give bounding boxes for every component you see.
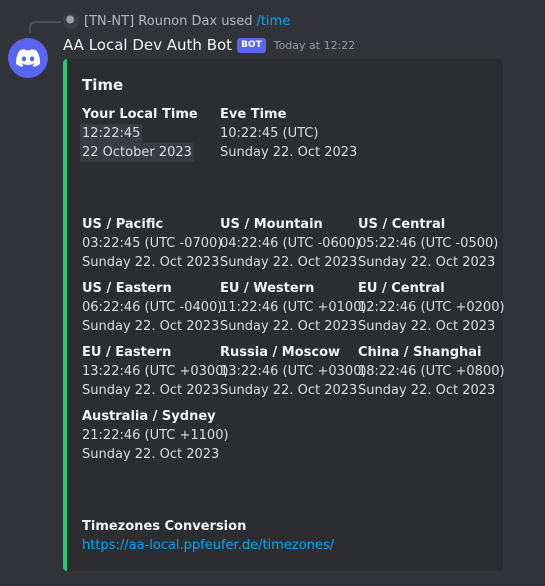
timezone-date: Sunday 22. Oct 2023 [220, 255, 358, 270]
slash-command-link[interactable]: /time [256, 14, 290, 29]
timezone-time: 11:22:46 (UTC +0100) [220, 300, 367, 315]
timezone-time: 18:22:46 (UTC +0800) [358, 364, 505, 379]
field-timezones-conversion: Timezones Conversion https://aa-local.pp… [82, 517, 334, 555]
field-timezone: US / Pacific 03:22:45 (UTC -0700) Sunday… [82, 215, 222, 272]
timezone-date: Sunday 22. Oct 2023 [358, 255, 496, 270]
timezone-time: 13:22:46 (UTC +0300) [220, 364, 367, 379]
timezone-date: Sunday 22. Oct 2023 [82, 319, 220, 334]
timezone-time: 12:22:46 (UTC +0200) [358, 300, 505, 315]
invoking-user[interactable]: [TN-NT] Rounon Dax [84, 14, 217, 29]
timezone-date: Sunday 22. Oct 2023 [82, 383, 220, 398]
timezone-date: Sunday 22. Oct 2023 [358, 319, 496, 334]
timezone-name: EU / Western [220, 281, 315, 296]
field-timezone: Australia / Sydney 21:22:46 (UTC +1100) … [82, 407, 229, 464]
reply-spine [29, 21, 61, 33]
timezone-time: 03:22:45 (UTC -0700) [82, 236, 223, 251]
discord-logo-icon [16, 49, 40, 67]
field-timezone: US / Central 05:22:46 (UTC -0500) Sunday… [358, 215, 498, 272]
field-timezone: EU / Western 11:22:46 (UTC +0100) Sunday… [220, 279, 367, 336]
used-label: used [221, 13, 253, 29]
field-timezone: US / Eastern 06:22:46 (UTC -0400) Sunday… [82, 279, 222, 336]
time-embed: Time Your Local Time 12:22:45 22 October… [63, 59, 505, 571]
timezone-date: Sunday 22. Oct 2023 [82, 447, 220, 462]
field-timezone: China / Shanghai 18:22:46 (UTC +0800) Su… [358, 343, 505, 400]
field-timezone: EU / Eastern 13:22:46 (UTC +0300) Sunday… [82, 343, 229, 400]
timezone-name: US / Pacific [82, 217, 164, 232]
embed-title: Time [82, 76, 124, 94]
timezone-name: Russia / Moscow [220, 345, 341, 360]
field-name: Eve Time [220, 107, 287, 122]
field-timezone: Russia / Moscow 13:22:46 (UTC +0300) Sun… [220, 343, 367, 400]
local-date-value: 22 October 2023 [80, 143, 194, 162]
field-timezone: US / Mountain 04:22:46 (UTC -0600) Sunda… [220, 215, 360, 272]
timezone-name: US / Central [358, 217, 446, 232]
timezone-name: US / Eastern [82, 281, 172, 296]
timezone-time: 06:22:46 (UTC -0400) [82, 300, 223, 315]
timezone-date: Sunday 22. Oct 2023 [358, 383, 496, 398]
message-header: AA Local Dev Auth Bot BOT Today at 12:22 [63, 36, 355, 54]
bot-badge: BOT [237, 37, 266, 53]
field-eve-time: Eve Time 10:22:45 (UTC) Sunday 22. Oct 2… [220, 105, 357, 162]
eve-date-value: Sunday 22. Oct 2023 [220, 145, 358, 160]
timezone-date: Sunday 22. Oct 2023 [82, 255, 220, 270]
user-avatar[interactable] [63, 13, 79, 29]
timezone-time: 13:22:46 (UTC +0300) [82, 364, 229, 379]
timezone-date: Sunday 22. Oct 2023 [220, 319, 358, 334]
field-timezone: EU / Central 12:22:46 (UTC +0200) Sunday… [358, 279, 505, 336]
command-invocation: [TN-NT] Rounon Dax used /time [63, 13, 290, 29]
eve-time-value: 10:22:45 (UTC) [220, 126, 319, 141]
timezone-time: 05:22:46 (UTC -0500) [358, 236, 499, 251]
timezone-time: 04:22:46 (UTC -0600) [220, 236, 361, 251]
timezones-conversion-link[interactable]: https://aa-local.ppfeufer.de/timezones/ [82, 536, 334, 555]
message-timestamp: Today at 12:22 [273, 38, 356, 52]
field-name: Your Local Time [82, 107, 198, 122]
timezone-name: Australia / Sydney [82, 409, 216, 424]
timezone-date: Sunday 22. Oct 2023 [220, 383, 358, 398]
field-local-time: Your Local Time 12:22:45 22 October 2023 [80, 105, 198, 162]
timezone-name: US / Mountain [220, 217, 323, 232]
timezone-name: China / Shanghai [358, 345, 482, 360]
local-time-value: 12:22:45 [80, 124, 143, 143]
timezone-name: EU / Central [358, 281, 445, 296]
bot-avatar[interactable] [8, 38, 48, 78]
timezone-name: EU / Eastern [82, 345, 172, 360]
timezone-time: 21:22:46 (UTC +1100) [82, 428, 229, 443]
bot-name[interactable]: AA Local Dev Auth Bot [63, 36, 232, 54]
conversion-label: Timezones Conversion [82, 519, 247, 534]
